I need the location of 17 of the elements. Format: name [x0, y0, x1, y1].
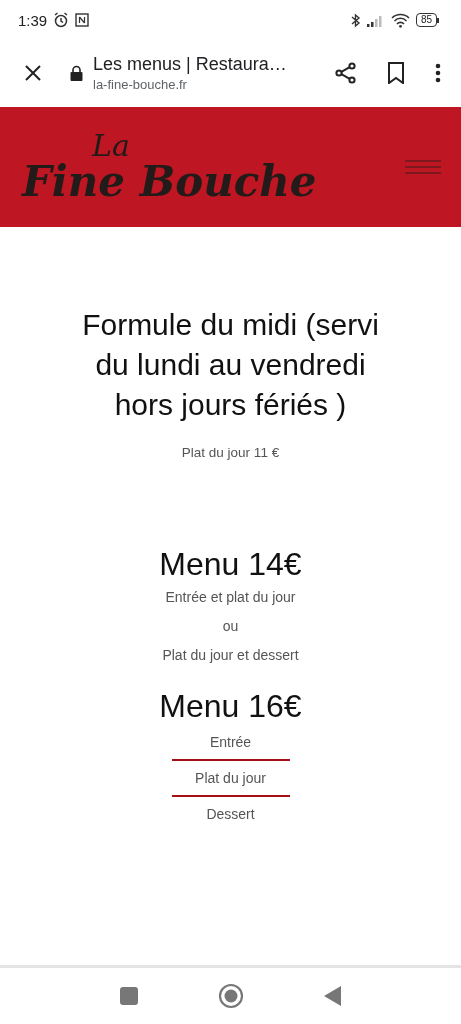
bluetooth-icon	[350, 12, 361, 28]
logo-text: La	[92, 131, 130, 161]
lock-icon	[70, 64, 83, 81]
alarm-clock-icon	[53, 12, 70, 28]
back-icon[interactable]	[324, 986, 341, 1006]
section-heading: Formule du midi (servi du lundi au vendredi hors jours fériés )	[81, 307, 380, 423]
page-url: la-fine-bouche.fr	[93, 76, 188, 92]
nfc-icon	[75, 13, 90, 27]
logo-text: Fine Bouche	[22, 161, 317, 203]
signal-icon	[366, 13, 385, 27]
status-time: 1:39	[18, 11, 48, 29]
home-icon[interactable]	[218, 983, 244, 1009]
price-text: Plat du jour 11 €	[181, 445, 280, 460]
menu-heading: Menu 14€	[159, 546, 302, 583]
menu-heading: Menu 16€	[159, 688, 302, 725]
wifi-icon	[390, 12, 410, 28]
page-title: Les menus | Restaura…	[93, 53, 288, 75]
